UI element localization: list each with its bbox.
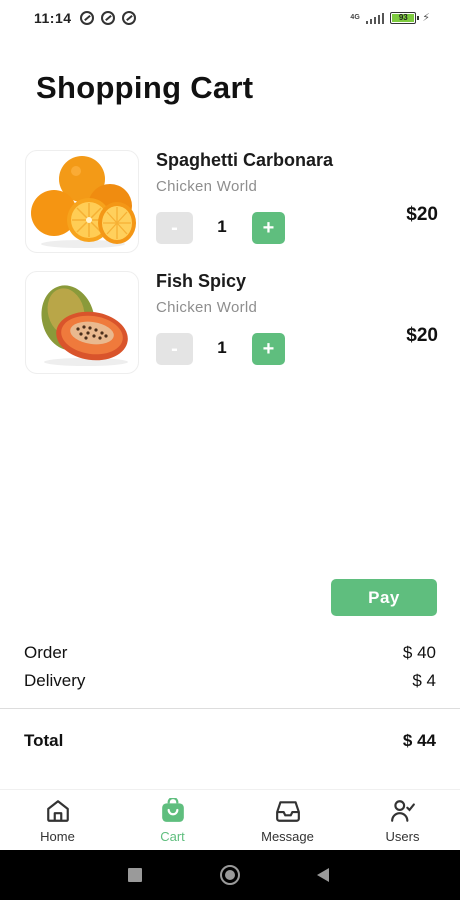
total-row: Total $ 44 <box>24 731 436 751</box>
order-row: Order $ 40 <box>24 643 436 663</box>
increase-quantity-button[interactable]: + <box>252 333 285 365</box>
notification-icons <box>80 11 136 25</box>
nav-item-cart[interactable]: Cart <box>115 790 230 850</box>
cart-icon <box>160 798 186 824</box>
summary-divider <box>0 708 460 709</box>
pay-button[interactable]: Pay <box>331 579 437 616</box>
page-title: Shopping Cart <box>36 70 254 105</box>
delivery-label: Delivery <box>24 671 86 690</box>
item-vendor: Chicken World <box>156 178 258 195</box>
back-triangle-icon[interactable] <box>317 868 329 882</box>
nav-label-message: Message <box>261 829 314 844</box>
signal-icon <box>365 12 385 24</box>
decrease-quantity-button[interactable]: - <box>156 212 193 244</box>
nav-label-users: Users <box>385 829 420 844</box>
status-right: 4G 93 ⚡ <box>350 11 430 24</box>
papaya-image <box>41 285 128 366</box>
user-check-icon <box>390 798 416 824</box>
nav-label-home: Home <box>40 829 75 844</box>
network-type: 4G <box>350 14 360 21</box>
item-name: Fish Spicy <box>156 271 247 291</box>
battery-level: 93 <box>392 13 415 22</box>
home-circle-icon[interactable] <box>220 865 240 885</box>
item-image-oranges <box>25 150 139 253</box>
nav-item-home[interactable]: Home <box>0 790 115 850</box>
system-nav-bar <box>0 850 460 900</box>
quantity-value: 1 <box>217 338 227 357</box>
total-value: $ 44 <box>402 731 436 750</box>
notification-icon <box>122 11 136 25</box>
status-bar: 11:14 4G 93 ⚡ <box>0 0 460 36</box>
battery-icon: 93 <box>390 11 420 24</box>
oranges-image <box>31 156 136 248</box>
recent-apps-icon[interactable] <box>128 868 142 882</box>
inbox-icon <box>275 798 301 824</box>
nav-label-cart: Cart <box>160 829 185 844</box>
delivery-row: Delivery $ 4 <box>24 671 436 691</box>
cart-item: Fish Spicy Chicken World - 1 + $20 <box>25 271 445 375</box>
decrease-quantity-button[interactable]: - <box>156 333 193 365</box>
item-name: Spaghetti Carbonara <box>156 150 334 170</box>
status-time: 11:14 <box>34 10 72 26</box>
cart-item: Spaghetti Carbonara Chicken World - 1 + … <box>25 150 445 254</box>
nav-item-users[interactable]: Users <box>345 790 460 850</box>
nav-item-message[interactable]: Message <box>230 790 345 850</box>
item-image-papaya <box>25 271 139 374</box>
item-price: $20 <box>406 204 438 225</box>
order-value: $ 40 <box>402 643 436 662</box>
order-label: Order <box>24 643 68 662</box>
item-vendor: Chicken World <box>156 299 258 316</box>
increase-quantity-button[interactable]: + <box>252 212 285 244</box>
home-icon <box>45 798 71 824</box>
notification-icon <box>101 11 115 25</box>
notification-icon <box>80 11 94 25</box>
charging-icon: ⚡ <box>422 12 430 24</box>
delivery-value: $ 4 <box>412 671 436 690</box>
item-price: $20 <box>406 325 438 346</box>
bottom-nav: Home Cart Message Users <box>0 789 460 850</box>
total-label: Total <box>24 731 64 750</box>
quantity-value: 1 <box>217 217 227 236</box>
